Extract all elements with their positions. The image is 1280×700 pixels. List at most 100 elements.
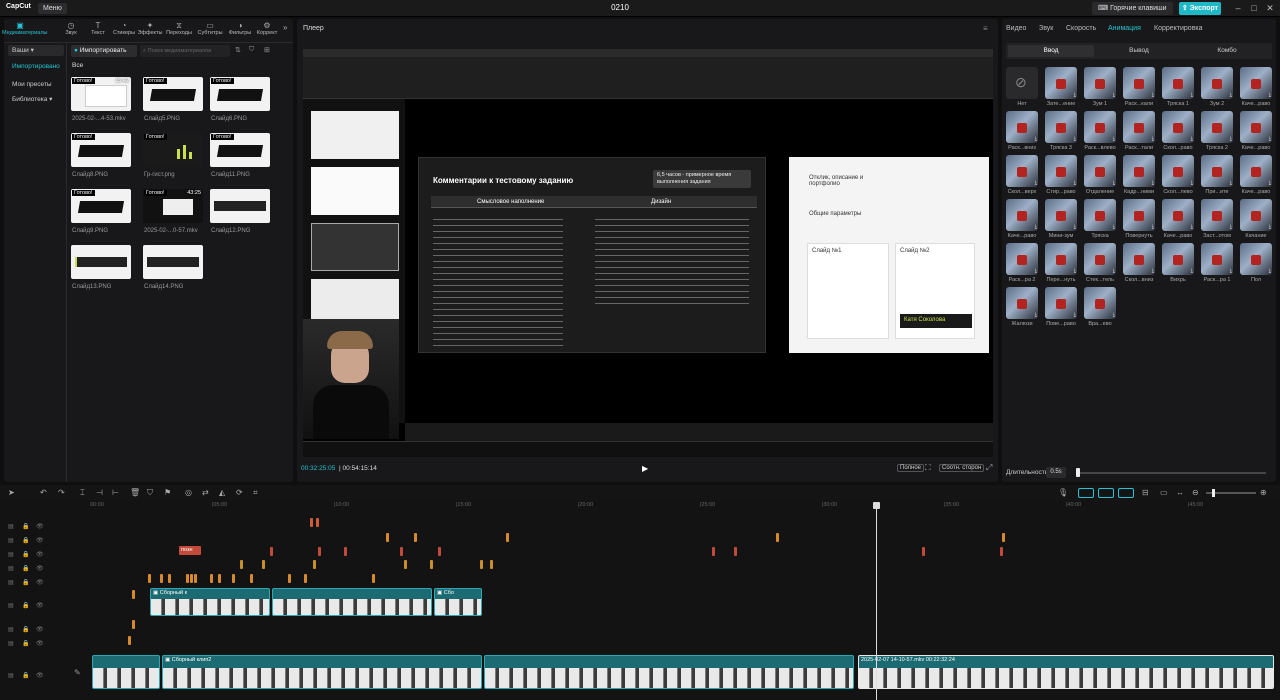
timeline-marker[interactable] [438,547,441,556]
animation-tile[interactable]: ⤓ [1201,199,1233,231]
timeline-marker[interactable] [190,574,193,583]
preview-toggle[interactable] [1118,488,1134,498]
animation-tile[interactable]: ⤓ [1162,155,1194,187]
video-track-icon[interactable]: ▤ [8,602,14,609]
timeline-marker[interactable] [240,560,243,569]
timeline-marker[interactable] [316,518,319,527]
media-item[interactable]: Готово! 15:42 [71,77,131,111]
animation-tile[interactable]: ⤓ [1240,199,1272,231]
animation-tile[interactable]: ⤓ [1162,67,1194,99]
timeline-marker[interactable] [922,547,925,556]
nav-local[interactable]: Ваши ▾ [8,45,64,56]
timeline-marker[interactable] [400,547,403,556]
marker-icon[interactable]: ⚑ [164,488,171,497]
lock-icon[interactable]: 🔒 [22,523,29,530]
tab-speed[interactable]: Скорость [1066,25,1096,32]
timeline-marker[interactable] [168,574,171,583]
tab-audio[interactable]: Звук [1039,25,1053,32]
text-clip[interactable]: позн [179,546,201,555]
timeline-marker[interactable] [262,560,265,569]
media-item[interactable]: Готово! [210,133,270,167]
timeline-marker[interactable] [372,574,375,583]
animation-tile[interactable]: ⤓ [1162,111,1194,143]
animation-tile[interactable]: ⤓ [1084,199,1116,231]
eye-icon[interactable]: 👁 [36,537,44,544]
timeline-marker[interactable] [318,547,321,556]
subtab-in[interactable]: Ввод [1008,45,1094,57]
timeline-marker[interactable] [414,533,417,542]
animation-tile[interactable]: ⤓ [1123,67,1155,99]
media-item[interactable]: Готово! [71,189,131,223]
timeline-marker[interactable] [210,574,213,583]
media-item[interactable]: Готово! [143,133,203,167]
animation-tile[interactable]: ⤓ [1084,243,1116,275]
duration-slider[interactable] [1076,472,1266,474]
lock-icon[interactable]: 🔒 [22,565,29,572]
animation-tile[interactable]: ⤓ [1006,243,1038,275]
magnet-toggle[interactable] [1078,488,1094,498]
split-icon[interactable]: ⌶ [80,488,85,498]
video-clip[interactable]: ▣ Сбо [434,588,482,616]
timeline-marker[interactable] [132,620,135,629]
reverse-icon[interactable]: ⇄ [202,488,209,497]
animation-tile[interactable]: ⤓ [1240,155,1272,187]
animation-tile[interactable]: ⤓ [1162,199,1194,231]
microphone-icon[interactable]: 🎙 [1058,488,1068,497]
quality-button[interactable]: Полное [897,464,925,472]
text-track-icon[interactable]: ▤ [8,551,14,558]
tab-effects[interactable]: ✦ Эффекты [137,21,162,39]
playhead-handle[interactable] [873,502,880,509]
undo-icon[interactable]: ↶ [40,488,47,497]
rotate-icon[interactable]: ⟳ [236,488,243,497]
tab-subtitles[interactable]: ▭ Субтитры [197,21,222,39]
grid-view-icon[interactable]: ⊞ [264,46,270,54]
split-preview-icon[interactable]: ⊟ [1142,488,1149,497]
ratio-button[interactable]: Соотн. сторон [939,464,985,472]
sort-icon[interactable]: ⇅ [235,46,241,54]
timeline-marker[interactable] [404,560,407,569]
import-button[interactable]: ● Импортировать [71,45,137,57]
animation-tile[interactable]: ⤓ [1084,287,1116,319]
eye-icon[interactable]: 👁 [36,640,44,647]
timeline-marker[interactable] [128,636,131,645]
timeline-marker[interactable] [1002,533,1005,542]
eye-icon[interactable]: 👁 [36,579,44,586]
lock-icon[interactable]: 🔒 [22,602,29,609]
timeline-marker[interactable] [132,590,135,599]
eye-icon[interactable]: 👁 [36,551,44,558]
fullscreen-icon[interactable]: ⤢ [986,463,992,473]
subtab-combo[interactable]: Комбо [1184,45,1270,57]
eye-icon[interactable]: 👁 [36,672,44,679]
nav-library[interactable]: Библиотека ▾ [8,94,64,105]
shield-icon[interactable]: ⛉ [147,488,153,498]
freeze-icon[interactable]: ◎ [185,488,192,497]
animation-tile[interactable]: ⤓ [1045,243,1077,275]
timeline-marker[interactable] [344,547,347,556]
animation-tile[interactable]: ⤓ [1123,155,1155,187]
timeline-marker[interactable] [386,533,389,542]
video-clip[interactable] [484,655,854,689]
timeline-marker[interactable] [310,518,313,527]
timeline-marker[interactable] [186,574,189,583]
tab-animation[interactable]: Анимация [1108,25,1141,32]
zoom-out-icon[interactable]: ⊖ [1192,488,1199,497]
media-item[interactable] [210,189,270,223]
zoom-handle[interactable] [1212,489,1215,497]
video-preview[interactable]: Комментарии к тестовому заданию 6,5 часо… [303,49,993,457]
edit-cover-icon[interactable]: ✎ [74,668,81,677]
animation-tile[interactable]: ⤓ [1045,67,1077,99]
timeline-marker[interactable] [712,547,715,556]
subtab-out[interactable]: Вывод [1096,45,1182,57]
animation-tile[interactable]: ⤓ [1240,243,1272,275]
lock-icon[interactable]: 🔒 [22,537,29,544]
filter-icon[interactable]: ⛉ [249,46,254,54]
timeline-marker[interactable] [506,533,509,542]
timeline-marker[interactable] [160,574,163,583]
hotkeys-button[interactable]: ⌨ Горячие клавиши [1092,2,1173,15]
animation-tile[interactable]: ⤓ [1006,199,1038,231]
eye-icon[interactable]: 👁 [36,602,44,609]
caption-icon[interactable]: ▭ [1160,488,1168,497]
video-clip[interactable]: ▣ Сборный к [150,588,270,616]
video-clip[interactable] [92,655,160,689]
media-item[interactable]: Готово! [210,77,270,111]
